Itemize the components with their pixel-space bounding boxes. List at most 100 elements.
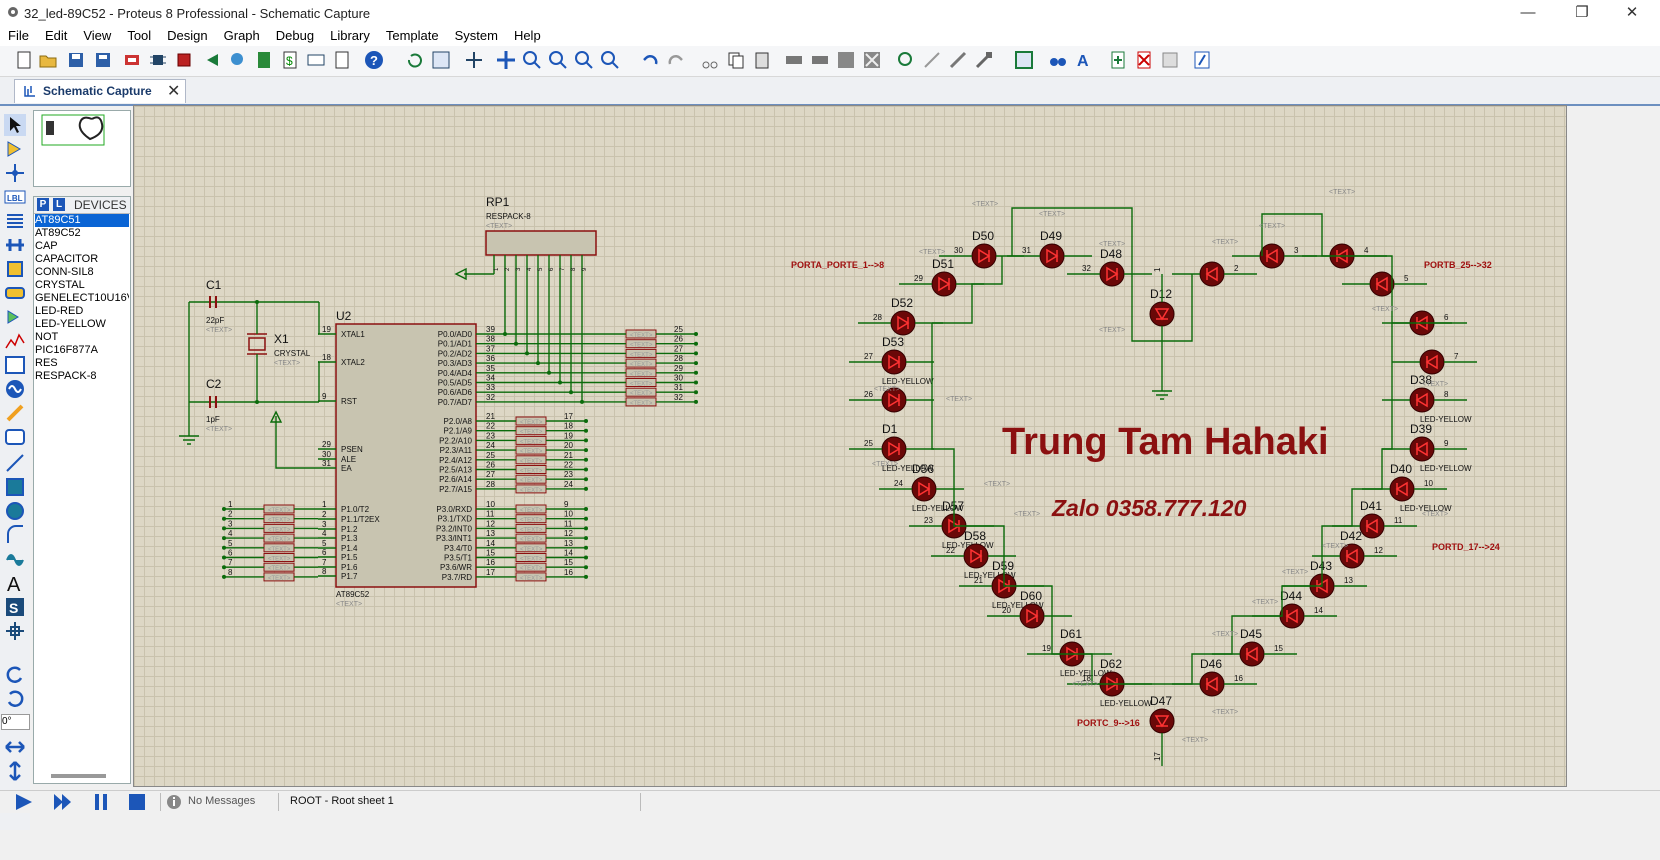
block-delete-icon[interactable] xyxy=(862,50,882,70)
device-item[interactable]: NOT xyxy=(35,331,129,344)
save-icon[interactable] xyxy=(66,50,86,70)
menu-debug[interactable]: Debug xyxy=(268,26,322,43)
bom-icon[interactable] xyxy=(254,50,274,70)
notes-icon[interactable] xyxy=(332,50,352,70)
menu-template[interactable]: Template xyxy=(378,26,447,43)
tape-recorder-icon[interactable] xyxy=(4,354,26,376)
wire-label-icon[interactable]: LBL xyxy=(4,186,26,208)
origin-icon[interactable] xyxy=(464,50,484,70)
zoom-all-icon[interactable] xyxy=(574,50,594,70)
help-icon[interactable]: ? xyxy=(364,50,384,70)
selection-mode-icon[interactable] xyxy=(4,114,26,136)
block-copy-icon[interactable] xyxy=(784,50,804,70)
marker-tool-icon[interactable] xyxy=(4,620,26,642)
remove-sheet-icon[interactable] xyxy=(1134,50,1154,70)
wire-autorouter-icon[interactable] xyxy=(1014,50,1034,70)
menu-edit[interactable]: Edit xyxy=(37,26,75,43)
make-device-icon[interactable] xyxy=(922,50,942,70)
redo-icon[interactable] xyxy=(666,50,686,70)
line-tool-icon[interactable] xyxy=(4,452,26,474)
device-item[interactable]: RES xyxy=(35,357,129,370)
design-explorer-icon[interactable] xyxy=(1192,50,1212,70)
zoom-in-icon[interactable] xyxy=(522,50,542,70)
pcb-layout-icon[interactable] xyxy=(174,50,194,70)
schematic-icon[interactable] xyxy=(122,50,142,70)
box-tool-icon[interactable] xyxy=(4,476,26,498)
packaging-icon[interactable] xyxy=(948,50,968,70)
cut-icon[interactable] xyxy=(700,50,720,70)
device-item[interactable]: AT89C51 xyxy=(35,214,129,227)
menu-view[interactable]: View xyxy=(75,26,119,43)
copy-icon[interactable] xyxy=(726,50,746,70)
zoom-out-icon[interactable] xyxy=(548,50,568,70)
rotation-field[interactable]: 0° xyxy=(1,714,30,730)
back-icon[interactable] xyxy=(202,50,222,70)
rotate-cw-icon[interactable] xyxy=(4,664,26,686)
menu-file[interactable]: File xyxy=(0,26,37,43)
grid-toggle-icon[interactable] xyxy=(431,50,451,70)
mirror-horizontal-icon[interactable] xyxy=(4,736,26,758)
probe-mode-icon[interactable] xyxy=(4,402,26,424)
device-item[interactable]: CAPACITOR xyxy=(35,253,129,266)
zoom-sheet-icon[interactable] xyxy=(228,50,248,70)
menu-system[interactable]: System xyxy=(447,26,506,43)
symbol-tool-icon[interactable]: S xyxy=(4,596,26,618)
binary-icon[interactable] xyxy=(306,50,326,70)
bus-mode-icon[interactable] xyxy=(4,234,26,256)
device-list-scrollbar[interactable] xyxy=(51,774,106,778)
component-mode-icon[interactable] xyxy=(4,138,26,160)
search-tag-icon[interactable] xyxy=(1048,50,1068,70)
minimize-button[interactable]: — xyxy=(1518,3,1538,23)
menu-library[interactable]: Library xyxy=(322,26,378,43)
junction-mode-icon[interactable] xyxy=(4,162,26,184)
pan-icon[interactable] xyxy=(496,50,516,70)
circle-tool-icon[interactable] xyxy=(4,500,26,522)
pick-devices-button[interactable]: P xyxy=(37,198,49,211)
zoom-area-icon[interactable] xyxy=(600,50,620,70)
subcircuit-icon[interactable] xyxy=(4,258,26,280)
block-rotate-icon[interactable] xyxy=(836,50,856,70)
block-move-icon[interactable] xyxy=(810,50,830,70)
mirror-vertical-icon[interactable] xyxy=(4,760,26,782)
play-icon[interactable] xyxy=(14,793,36,811)
restore-button[interactable]: ❐ xyxy=(1572,3,1592,23)
menu-graph[interactable]: Graph xyxy=(216,26,268,43)
paste-icon[interactable] xyxy=(752,50,772,70)
pick-device-icon[interactable] xyxy=(896,50,916,70)
pause-icon[interactable] xyxy=(92,793,112,811)
device-item[interactable]: CRYSTAL xyxy=(35,279,129,292)
property-assign-icon[interactable]: A xyxy=(1074,50,1094,70)
arc-tool-icon[interactable] xyxy=(4,524,26,546)
undo-icon[interactable] xyxy=(640,50,660,70)
generator-mode-icon[interactable] xyxy=(4,378,26,400)
close-button[interactable]: ✕ xyxy=(1622,3,1642,23)
exit-to-parent-icon[interactable] xyxy=(1160,50,1180,70)
stop-icon[interactable] xyxy=(128,793,148,811)
schematic-canvas[interactable]: U2 AT89C52 <TEXT> 19 XTAL1 18 XTAL2 9 RST 29 PSEN 3… xyxy=(133,105,1567,787)
step-icon[interactable] xyxy=(52,793,74,811)
refresh-icon[interactable] xyxy=(405,50,425,70)
device-item[interactable]: CAP xyxy=(35,240,129,253)
instrument-mode-icon[interactable] xyxy=(4,426,26,448)
rotate-ccw-icon[interactable] xyxy=(4,688,26,710)
tab-schematic-capture[interactable]: Schematic Capture ✕ xyxy=(14,79,186,103)
close-tab-icon[interactable]: ✕ xyxy=(167,81,180,101)
message-status[interactable]: No Messages xyxy=(188,795,255,807)
dollar-icon[interactable]: $ xyxy=(280,50,300,70)
save-all-icon[interactable] xyxy=(94,50,114,70)
device-item[interactable]: LED-RED xyxy=(35,305,129,318)
text-tool-icon[interactable]: A xyxy=(4,572,26,594)
path-tool-icon[interactable] xyxy=(4,548,26,570)
device-pins-icon[interactable] xyxy=(4,306,26,328)
component-mode-icon[interactable] xyxy=(148,50,168,70)
overview-window[interactable] xyxy=(33,110,131,187)
decompose-icon[interactable] xyxy=(974,50,994,70)
open-folder-icon[interactable] xyxy=(38,50,58,70)
menu-help[interactable]: Help xyxy=(506,26,549,43)
device-item[interactable]: LED-YELLOW xyxy=(35,318,129,331)
library-manager-button[interactable]: L xyxy=(53,198,65,211)
text-script-icon[interactable] xyxy=(4,210,26,232)
device-item[interactable]: RESPACK-8 xyxy=(35,370,129,383)
terminal-mode-icon[interactable] xyxy=(4,282,26,304)
menu-design[interactable]: Design xyxy=(159,26,215,43)
